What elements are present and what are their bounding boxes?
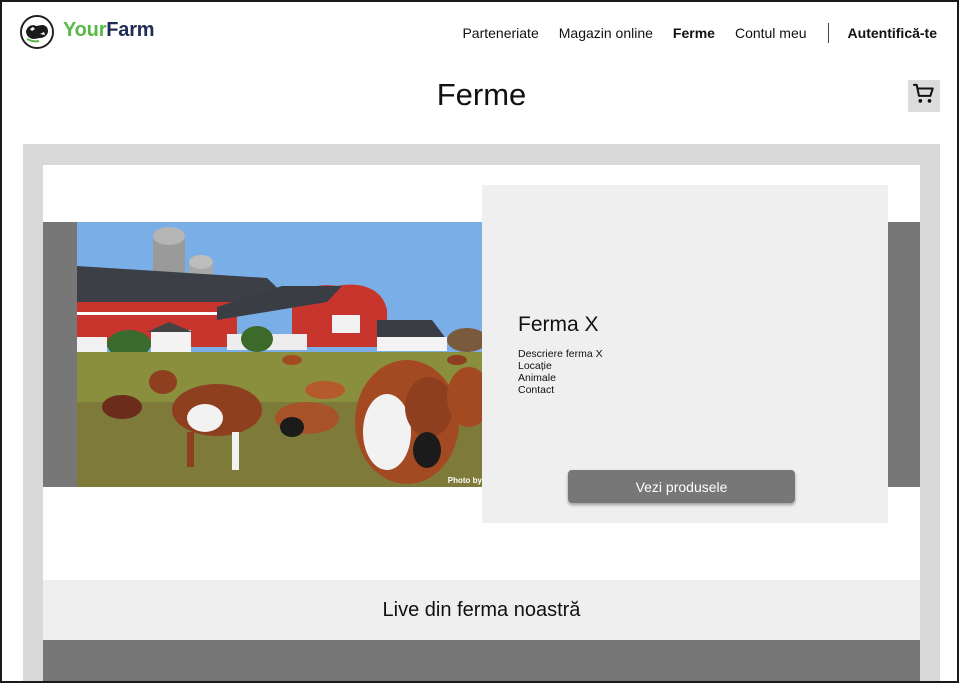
main-nav: Parteneriate Magazin online Ferme Contul…: [442, 23, 937, 43]
nav-item-parteneriate[interactable]: Parteneriate: [462, 25, 538, 41]
live-section-title: Live din ferma noastră: [382, 598, 581, 621]
page-title: Ferme: [436, 77, 527, 112]
view-products-button[interactable]: Vezi produsele: [568, 470, 795, 503]
farm-description: Descriere ferma X: [518, 348, 603, 360]
brand-part-your: Your: [63, 19, 107, 41]
brand-name[interactable]: YourFarm: [63, 19, 155, 42]
live-video-player[interactable]: [43, 640, 920, 681]
nav-divider: [827, 23, 829, 43]
live-section-header: Live din ferma noastră: [43, 580, 920, 640]
logo[interactable]: [20, 14, 56, 50]
nav-item-magazin-online[interactable]: Magazin online: [559, 25, 653, 41]
farm-animals: Animale: [518, 372, 556, 384]
page-frame: YourFarm Parteneriate Magazin online Fer…: [0, 0, 959, 683]
nav-item-ferme[interactable]: Ferme: [673, 25, 715, 41]
farm-photo: Photo by: [77, 222, 482, 487]
shopping-cart-icon: [912, 83, 935, 110]
login-link[interactable]: Autentifică-te: [848, 25, 937, 41]
cow-logo-icon: [20, 15, 54, 49]
nav-item-contul-meu[interactable]: Contul meu: [735, 25, 807, 41]
farm-name: Ferma X: [518, 313, 599, 336]
farm-info: Descriere ferma X Locație Animale Contac…: [518, 348, 603, 396]
cart-button[interactable]: [908, 80, 940, 112]
farm-contact: Contact: [518, 384, 555, 396]
farm-location: Locație: [518, 360, 552, 372]
photo-credit: Photo by: [447, 476, 482, 485]
farm-card: Ferma X Descriere ferma X Locație Animal…: [482, 185, 888, 523]
brand-part-farm: Farm: [106, 19, 155, 41]
